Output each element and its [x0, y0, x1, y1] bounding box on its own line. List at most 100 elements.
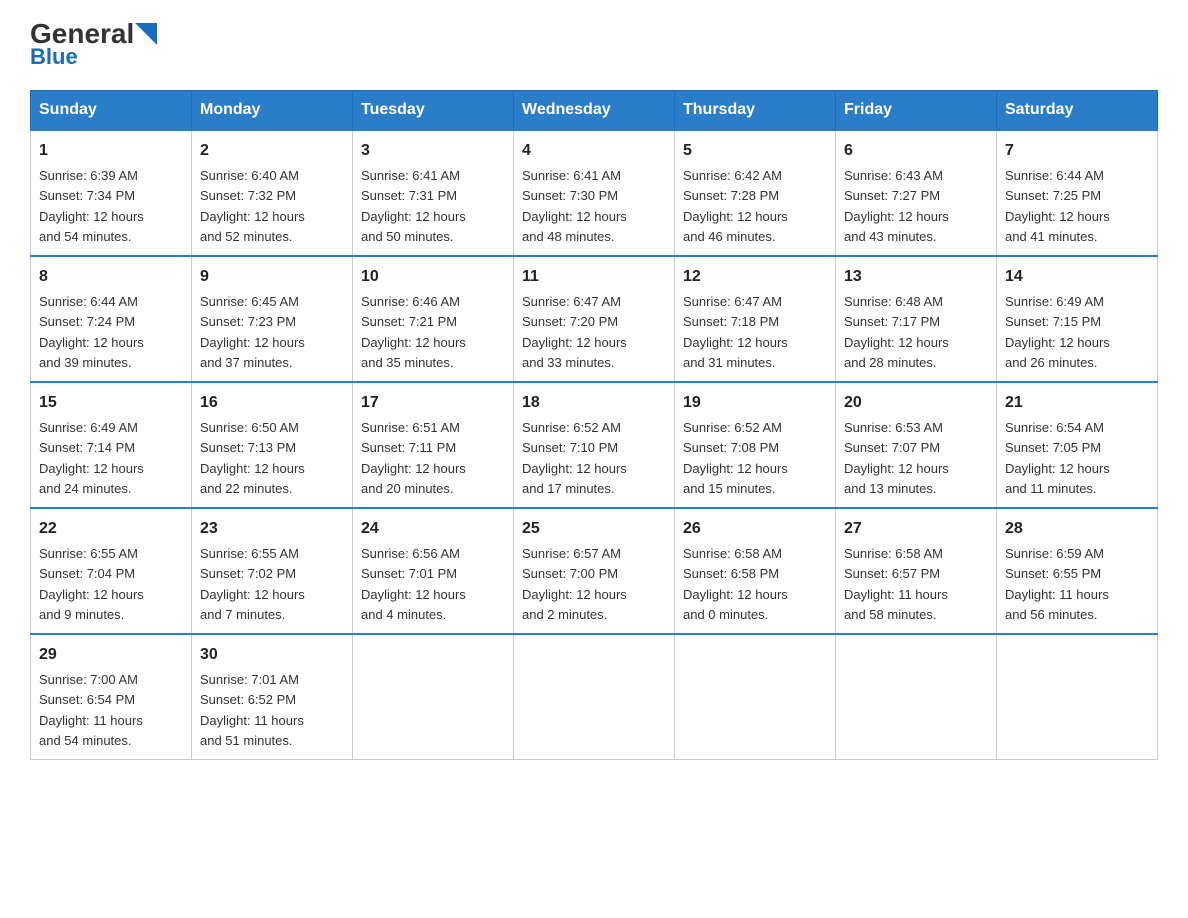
weekday-header-row: SundayMondayTuesdayWednesdayThursdayFrid… [31, 91, 1158, 131]
calendar-cell: 21 Sunrise: 6:54 AMSunset: 7:05 PMDaylig… [997, 382, 1158, 508]
calendar-cell: 25 Sunrise: 6:57 AMSunset: 7:00 PMDaylig… [514, 508, 675, 634]
day-number: 7 [1005, 139, 1149, 163]
day-number: 9 [200, 265, 344, 289]
weekday-header-tuesday: Tuesday [353, 91, 514, 131]
day-number: 11 [522, 265, 666, 289]
calendar-cell: 26 Sunrise: 6:58 AMSunset: 6:58 PMDaylig… [675, 508, 836, 634]
day-info: Sunrise: 6:39 AMSunset: 7:34 PMDaylight:… [39, 168, 144, 244]
page-header: General Blue [30, 20, 1158, 70]
day-number: 28 [1005, 517, 1149, 541]
calendar-cell: 11 Sunrise: 6:47 AMSunset: 7:20 PMDaylig… [514, 256, 675, 382]
day-info: Sunrise: 6:56 AMSunset: 7:01 PMDaylight:… [361, 546, 466, 622]
day-number: 20 [844, 391, 988, 415]
day-number: 2 [200, 139, 344, 163]
calendar-cell: 1 Sunrise: 6:39 AMSunset: 7:34 PMDayligh… [31, 130, 192, 256]
day-number: 12 [683, 265, 827, 289]
logo: General Blue [30, 20, 157, 70]
day-number: 13 [844, 265, 988, 289]
week-row-3: 15 Sunrise: 6:49 AMSunset: 7:14 PMDaylig… [31, 382, 1158, 508]
day-info: Sunrise: 6:48 AMSunset: 7:17 PMDaylight:… [844, 294, 949, 370]
calendar-cell: 23 Sunrise: 6:55 AMSunset: 7:02 PMDaylig… [192, 508, 353, 634]
day-info: Sunrise: 6:55 AMSunset: 7:04 PMDaylight:… [39, 546, 144, 622]
day-number: 30 [200, 643, 344, 667]
calendar-cell: 10 Sunrise: 6:46 AMSunset: 7:21 PMDaylig… [353, 256, 514, 382]
calendar-cell: 30 Sunrise: 7:01 AMSunset: 6:52 PMDaylig… [192, 634, 353, 760]
day-number: 21 [1005, 391, 1149, 415]
day-info: Sunrise: 6:45 AMSunset: 7:23 PMDaylight:… [200, 294, 305, 370]
day-info: Sunrise: 6:47 AMSunset: 7:18 PMDaylight:… [683, 294, 788, 370]
calendar-cell: 29 Sunrise: 7:00 AMSunset: 6:54 PMDaylig… [31, 634, 192, 760]
week-row-2: 8 Sunrise: 6:44 AMSunset: 7:24 PMDayligh… [31, 256, 1158, 382]
weekday-header-wednesday: Wednesday [514, 91, 675, 131]
week-row-4: 22 Sunrise: 6:55 AMSunset: 7:04 PMDaylig… [31, 508, 1158, 634]
day-number: 15 [39, 391, 183, 415]
weekday-header-saturday: Saturday [997, 91, 1158, 131]
weekday-header-thursday: Thursday [675, 91, 836, 131]
calendar-cell: 9 Sunrise: 6:45 AMSunset: 7:23 PMDayligh… [192, 256, 353, 382]
day-number: 5 [683, 139, 827, 163]
week-row-1: 1 Sunrise: 6:39 AMSunset: 7:34 PMDayligh… [31, 130, 1158, 256]
day-number: 27 [844, 517, 988, 541]
day-number: 4 [522, 139, 666, 163]
calendar-table: SundayMondayTuesdayWednesdayThursdayFrid… [30, 90, 1158, 760]
logo-triangle-icon [135, 23, 157, 45]
day-info: Sunrise: 6:53 AMSunset: 7:07 PMDaylight:… [844, 420, 949, 496]
calendar-cell: 28 Sunrise: 6:59 AMSunset: 6:55 PMDaylig… [997, 508, 1158, 634]
day-number: 10 [361, 265, 505, 289]
calendar-cell: 12 Sunrise: 6:47 AMSunset: 7:18 PMDaylig… [675, 256, 836, 382]
day-info: Sunrise: 6:54 AMSunset: 7:05 PMDaylight:… [1005, 420, 1110, 496]
day-info: Sunrise: 6:49 AMSunset: 7:15 PMDaylight:… [1005, 294, 1110, 370]
day-info: Sunrise: 6:40 AMSunset: 7:32 PMDaylight:… [200, 168, 305, 244]
calendar-cell: 27 Sunrise: 6:58 AMSunset: 6:57 PMDaylig… [836, 508, 997, 634]
calendar-cell [997, 634, 1158, 760]
day-number: 17 [361, 391, 505, 415]
calendar-cell: 7 Sunrise: 6:44 AMSunset: 7:25 PMDayligh… [997, 130, 1158, 256]
calendar-cell [514, 634, 675, 760]
day-info: Sunrise: 6:50 AMSunset: 7:13 PMDaylight:… [200, 420, 305, 496]
day-info: Sunrise: 6:47 AMSunset: 7:20 PMDaylight:… [522, 294, 627, 370]
calendar-cell: 13 Sunrise: 6:48 AMSunset: 7:17 PMDaylig… [836, 256, 997, 382]
calendar-cell [353, 634, 514, 760]
day-number: 25 [522, 517, 666, 541]
day-info: Sunrise: 6:52 AMSunset: 7:10 PMDaylight:… [522, 420, 627, 496]
calendar-cell: 14 Sunrise: 6:49 AMSunset: 7:15 PMDaylig… [997, 256, 1158, 382]
calendar-cell: 5 Sunrise: 6:42 AMSunset: 7:28 PMDayligh… [675, 130, 836, 256]
day-number: 26 [683, 517, 827, 541]
calendar-cell: 8 Sunrise: 6:44 AMSunset: 7:24 PMDayligh… [31, 256, 192, 382]
calendar-cell: 15 Sunrise: 6:49 AMSunset: 7:14 PMDaylig… [31, 382, 192, 508]
calendar-cell: 16 Sunrise: 6:50 AMSunset: 7:13 PMDaylig… [192, 382, 353, 508]
calendar-cell [836, 634, 997, 760]
calendar-cell: 18 Sunrise: 6:52 AMSunset: 7:10 PMDaylig… [514, 382, 675, 508]
day-info: Sunrise: 7:00 AMSunset: 6:54 PMDaylight:… [39, 672, 143, 748]
day-info: Sunrise: 6:51 AMSunset: 7:11 PMDaylight:… [361, 420, 466, 496]
day-info: Sunrise: 6:41 AMSunset: 7:30 PMDaylight:… [522, 168, 627, 244]
day-number: 29 [39, 643, 183, 667]
day-info: Sunrise: 6:44 AMSunset: 7:25 PMDaylight:… [1005, 168, 1110, 244]
day-info: Sunrise: 6:41 AMSunset: 7:31 PMDaylight:… [361, 168, 466, 244]
weekday-header-monday: Monday [192, 91, 353, 131]
day-number: 18 [522, 391, 666, 415]
logo-blue-text: Blue [30, 44, 78, 70]
day-info: Sunrise: 6:59 AMSunset: 6:55 PMDaylight:… [1005, 546, 1109, 622]
day-info: Sunrise: 6:49 AMSunset: 7:14 PMDaylight:… [39, 420, 144, 496]
day-info: Sunrise: 6:43 AMSunset: 7:27 PMDaylight:… [844, 168, 949, 244]
weekday-header-friday: Friday [836, 91, 997, 131]
day-number: 14 [1005, 265, 1149, 289]
day-number: 24 [361, 517, 505, 541]
day-info: Sunrise: 6:57 AMSunset: 7:00 PMDaylight:… [522, 546, 627, 622]
weekday-header-sunday: Sunday [31, 91, 192, 131]
calendar-cell: 22 Sunrise: 6:55 AMSunset: 7:04 PMDaylig… [31, 508, 192, 634]
day-number: 3 [361, 139, 505, 163]
day-info: Sunrise: 7:01 AMSunset: 6:52 PMDaylight:… [200, 672, 304, 748]
day-number: 19 [683, 391, 827, 415]
day-number: 16 [200, 391, 344, 415]
calendar-cell: 20 Sunrise: 6:53 AMSunset: 7:07 PMDaylig… [836, 382, 997, 508]
week-row-5: 29 Sunrise: 7:00 AMSunset: 6:54 PMDaylig… [31, 634, 1158, 760]
day-number: 8 [39, 265, 183, 289]
day-info: Sunrise: 6:46 AMSunset: 7:21 PMDaylight:… [361, 294, 466, 370]
day-number: 6 [844, 139, 988, 163]
calendar-cell: 17 Sunrise: 6:51 AMSunset: 7:11 PMDaylig… [353, 382, 514, 508]
day-info: Sunrise: 6:58 AMSunset: 6:58 PMDaylight:… [683, 546, 788, 622]
day-number: 22 [39, 517, 183, 541]
calendar-cell [675, 634, 836, 760]
